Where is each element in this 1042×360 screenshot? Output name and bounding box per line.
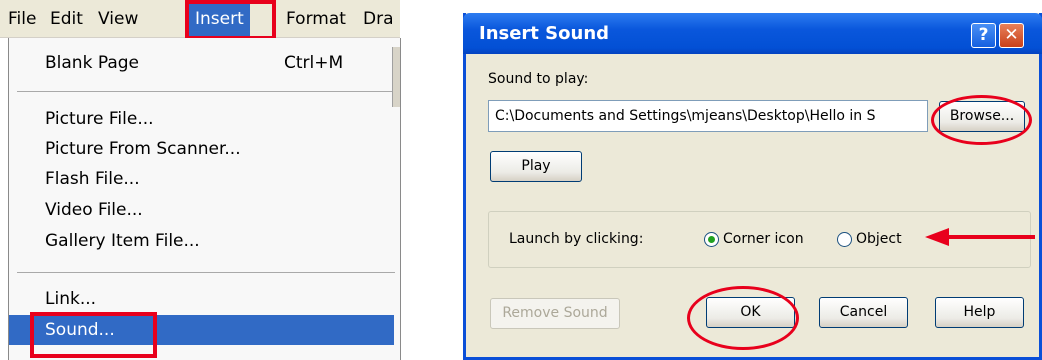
sound-path-field[interactable]: C:\Documents and Settings\mjeans\Desktop… [488, 100, 928, 132]
menu-draw[interactable]: Dra [363, 0, 394, 38]
object-radio[interactable] [837, 232, 852, 247]
link-label: Link... [45, 289, 97, 309]
menu-item-sound[interactable]: Sound... [9, 315, 394, 345]
corner-icon-label[interactable]: Corner icon [723, 231, 804, 247]
play-button[interactable]: Play [490, 151, 582, 182]
picture-from-scanner-label: Picture From Scanner... [45, 139, 241, 159]
ok-button[interactable]: OK [706, 297, 795, 328]
gallery-item-file-label: Gallery Item File... [45, 231, 200, 251]
menu-separator [17, 272, 395, 273]
radio-selected-dot [708, 236, 715, 243]
menu-item-gallery-item-file[interactable]: Gallery Item File... [9, 226, 393, 256]
dialog-title: Insert Sound [479, 23, 610, 44]
menu-insert[interactable]: Insert [189, 0, 250, 38]
video-file-label: Video File... [45, 200, 143, 220]
object-annotation-arrow-icon [925, 228, 1035, 246]
toolbar-edge [392, 47, 400, 107]
menu-item-picture-from-scanner[interactable]: Picture From Scanner... [9, 134, 393, 164]
help-icon[interactable]: ? [971, 23, 996, 48]
sound-to-play-label: Sound to play: [488, 71, 589, 87]
menu-item-link[interactable]: Link... [9, 284, 393, 314]
close-icon[interactable]: ✕ [999, 23, 1024, 48]
menu-edit[interactable]: Edit [50, 0, 83, 38]
menu-view[interactable]: View [98, 0, 138, 38]
browse-button[interactable]: Browse... [939, 101, 1025, 132]
insert-dropdown-menu: Blank Page Ctrl+M Picture File... Pictur… [8, 38, 401, 360]
flash-file-label: Flash File... [45, 169, 140, 189]
help-button[interactable]: Help [935, 297, 1024, 328]
menu-separator [17, 91, 395, 92]
menu-item-blank-page[interactable]: Blank Page Ctrl+M [9, 48, 393, 78]
sound-label: Sound... [45, 320, 115, 340]
cancel-button[interactable]: Cancel [819, 297, 908, 328]
corner-icon-radio[interactable] [704, 232, 719, 247]
dialog-title-bar[interactable]: Insert Sound ? ✕ [463, 13, 1042, 54]
menu-item-picture-file[interactable]: Picture File... [9, 104, 393, 134]
insert-sound-dialog: Insert Sound ? ✕ Sound to play: C:\Docum… [463, 13, 1042, 360]
menu-file[interactable]: File [8, 0, 36, 38]
menu-item-video-file[interactable]: Video File... [9, 195, 393, 225]
launch-by-clicking-label: Launch by clicking: [509, 231, 644, 247]
blank-page-shortcut: Ctrl+M [284, 53, 344, 73]
menu-bar: File Edit View Insert Format Dra [0, 0, 400, 38]
insert-menu-screenshot: File Edit View Insert Format Dra Blank P… [0, 0, 401, 360]
menu-format[interactable]: Format [286, 0, 346, 38]
blank-page-label: Blank Page [45, 53, 139, 73]
object-label[interactable]: Object [856, 231, 902, 247]
menu-item-flash-file[interactable]: Flash File... [9, 164, 393, 194]
remove-sound-button[interactable]: Remove Sound [490, 298, 620, 329]
picture-file-label: Picture File... [45, 109, 154, 129]
